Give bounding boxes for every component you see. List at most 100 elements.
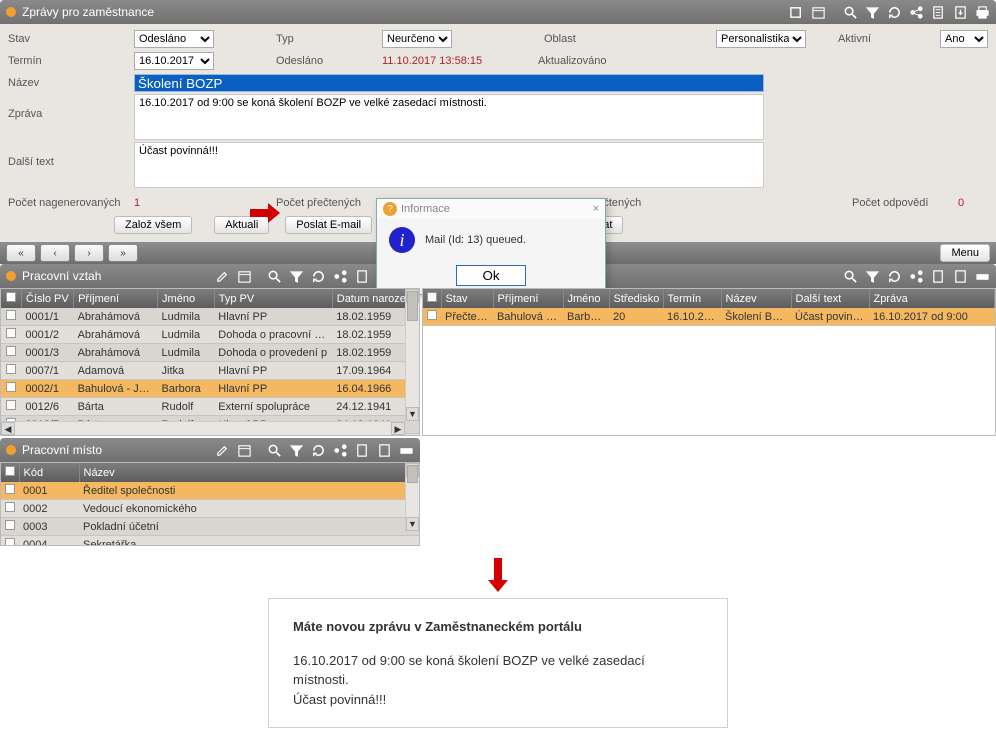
share-icon[interactable]: [332, 268, 348, 284]
email-line1: 16.10.2017 od 9:00 se koná školení BOZP …: [293, 651, 703, 690]
dialog-title: Informace: [401, 203, 450, 215]
email-preview-box: Máte novou zprávu v Zaměstnaneckém portá…: [268, 598, 728, 728]
refresh-icon[interactable]: [310, 268, 326, 284]
typ-label: Typ: [276, 33, 376, 45]
nav-next-button[interactable]: ›: [74, 244, 104, 262]
dalsi-textarea[interactable]: Účast povinná!!!: [134, 142, 764, 188]
search-icon[interactable]: [266, 268, 282, 284]
col-header[interactable]: Stav: [441, 289, 493, 308]
typ-select[interactable]: Neurčeno: [382, 30, 452, 48]
zprava-textarea[interactable]: 16.10.2017 od 9:00 se koná školení BOZP …: [134, 94, 764, 140]
print-icon[interactable]: [974, 4, 990, 20]
print-icon[interactable]: [398, 442, 414, 458]
pv-table[interactable]: Číslo PVPříjmeníJménoTyp PVDatum naroze …: [1, 289, 419, 436]
edit-icon[interactable]: [214, 268, 230, 284]
refresh-icon[interactable]: [886, 4, 902, 20]
table-row[interactable]: 0007/1AdamováJitkaHlavní PP17.09.1964: [1, 362, 419, 380]
refresh-icon[interactable]: [886, 268, 902, 284]
export-icon[interactable]: [376, 442, 392, 458]
calendar-icon[interactable]: [236, 268, 252, 284]
table-row[interactable]: 0001Ředitel společnosti: [1, 482, 419, 500]
nav-first-button[interactable]: «: [6, 244, 36, 262]
aktivni-select[interactable]: Ano: [940, 30, 988, 48]
calendar-icon[interactable]: [810, 4, 826, 20]
menu-button[interactable]: Menu: [940, 244, 990, 262]
table-cell: Hlavní PP: [214, 308, 332, 326]
table-cell: Bahulová - Jandová: [74, 380, 158, 398]
pv-scrollbar[interactable]: ▲▼: [405, 289, 419, 421]
table-row[interactable]: 0012/6BártaRudolfExterní spolupráce24.12…: [1, 398, 419, 416]
stav-select[interactable]: Odesláno: [134, 30, 214, 48]
new-icon[interactable]: [788, 4, 804, 20]
table-row[interactable]: 0003Pokladní účetní: [1, 518, 419, 536]
filter-icon[interactable]: [288, 268, 304, 284]
table-cell: Jitka: [158, 362, 215, 380]
col-header[interactable]: [1, 463, 19, 482]
stav-label: Stav: [8, 33, 128, 45]
oblast-select[interactable]: Personalistika: [716, 30, 806, 48]
misto-scrollbar[interactable]: ▲▼: [405, 463, 419, 531]
table-row[interactable]: 0001/2AbrahámováLudmilaDohoda o pracovní…: [1, 326, 419, 344]
share-icon[interactable]: [332, 442, 348, 458]
table-cell: Rudolf: [158, 398, 215, 416]
refresh-icon[interactable]: [310, 442, 326, 458]
col-header[interactable]: Zpráva: [869, 289, 995, 308]
edit-icon[interactable]: [214, 442, 230, 458]
nav-last-button[interactable]: »: [108, 244, 138, 262]
table-cell: Bahulová - Jan: [493, 308, 563, 326]
nagen-value: 1: [134, 197, 164, 209]
search-icon[interactable]: [842, 268, 858, 284]
table-cell: 0002/1: [21, 380, 73, 398]
search-icon[interactable]: [842, 4, 858, 20]
export-icon[interactable]: [952, 268, 968, 284]
col-header[interactable]: Název: [79, 463, 419, 482]
document-icon[interactable]: [354, 442, 370, 458]
col-header[interactable]: Příjmení: [493, 289, 563, 308]
dialog-ok-button[interactable]: Ok: [456, 265, 526, 286]
col-header[interactable]: Název: [721, 289, 791, 308]
table-cell: Ludmila: [158, 308, 215, 326]
filter-icon[interactable]: [864, 268, 880, 284]
table-cell: [1, 398, 21, 416]
table-row[interactable]: 0001/3AbrahámováLudmilaDohoda o proveden…: [1, 344, 419, 362]
table-row[interactable]: 0002Vedoucí ekonomického: [1, 500, 419, 518]
nazev-input[interactable]: [134, 74, 764, 92]
document-icon[interactable]: [354, 268, 370, 284]
col-header[interactable]: [423, 289, 441, 308]
pv-hscrollbar[interactable]: ◀▶: [1, 421, 405, 435]
nav-prev-button[interactable]: ‹: [40, 244, 70, 262]
poslat-email-button[interactable]: Poslat E-mail: [285, 216, 372, 234]
col-header[interactable]: Jméno: [563, 289, 609, 308]
col-header[interactable]: Kód: [19, 463, 79, 482]
misto-table[interactable]: KódNázev 0001Ředitel společnosti0002Vedo…: [1, 463, 419, 546]
table-row[interactable]: PřečtenoBahulová - JanBarbora2016.10.201…: [423, 308, 995, 326]
filter-icon[interactable]: [288, 442, 304, 458]
export-icon[interactable]: [952, 4, 968, 20]
col-header[interactable]: [1, 289, 21, 308]
search-icon[interactable]: [266, 442, 282, 458]
table-row[interactable]: 0002/1Bahulová - JandováBarboraHlavní PP…: [1, 380, 419, 398]
filter-icon[interactable]: [864, 4, 880, 20]
col-header[interactable]: Číslo PV: [21, 289, 73, 308]
col-header[interactable]: Další text: [791, 289, 869, 308]
zaloz-button[interactable]: Založ všem: [114, 216, 192, 234]
table-row[interactable]: 0001/1AbrahámováLudmilaHlavní PP18.02.19…: [1, 308, 419, 326]
termin-select[interactable]: 16.10.2017: [134, 52, 214, 70]
calendar-icon[interactable]: [236, 442, 252, 458]
col-header[interactable]: Středisko: [609, 289, 663, 308]
print-icon[interactable]: [974, 268, 990, 284]
dalsi-label: Další text: [8, 142, 128, 168]
col-header[interactable]: Jméno: [158, 289, 215, 308]
share-icon[interactable]: [908, 4, 924, 20]
table-row[interactable]: 0004Sekretářka: [1, 536, 419, 547]
document-icon[interactable]: [930, 4, 946, 20]
share-icon[interactable]: [908, 268, 924, 284]
table-cell: Sekretářka: [79, 536, 419, 547]
dialog-close-icon[interactable]: ×: [593, 203, 599, 215]
emp-msg-table[interactable]: StavPříjmeníJménoStřediskoTermínNázevDal…: [423, 289, 995, 326]
col-header[interactable]: Příjmení: [74, 289, 158, 308]
col-header[interactable]: Typ PV: [214, 289, 332, 308]
document-icon[interactable]: [930, 268, 946, 284]
table-cell: 0001/1: [21, 308, 73, 326]
col-header[interactable]: Termín: [663, 289, 721, 308]
